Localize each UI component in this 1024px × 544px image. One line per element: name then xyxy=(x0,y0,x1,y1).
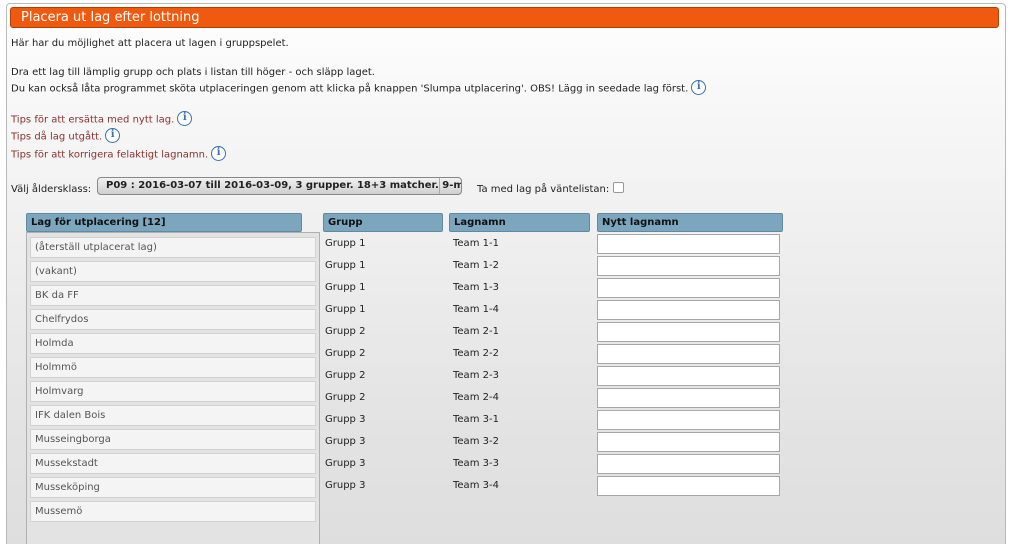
list-item[interactable]: Holmmö xyxy=(30,357,316,378)
new-team-name-input[interactable] xyxy=(597,432,780,452)
new-team-name-input[interactable] xyxy=(597,476,780,496)
team-name-column-header: Lagnamn xyxy=(449,213,590,232)
list-item[interactable]: Holmvarg xyxy=(30,381,316,402)
team-cell[interactable]: Team 3-4 xyxy=(453,480,499,491)
waitlist-label: Ta med lag på väntelistan: xyxy=(477,184,610,195)
group-cell[interactable]: Grupp 3 xyxy=(325,436,365,447)
team-cell[interactable]: Team 2-1 xyxy=(453,326,499,337)
list-item[interactable]: (vakant) xyxy=(30,261,316,282)
group-cell[interactable]: Grupp 1 xyxy=(325,260,365,271)
new-team-name-input[interactable] xyxy=(597,322,780,342)
age-class-label: Välj åldersklass: xyxy=(11,184,92,195)
list-item[interactable]: BK da FF xyxy=(30,285,316,306)
tip-team-withdrawn-label[interactable]: Tips då lag utgått. xyxy=(11,132,102,143)
new-team-name-input[interactable] xyxy=(597,388,780,408)
team-cell[interactable]: Team 3-3 xyxy=(453,458,499,469)
team-cell[interactable]: Team 2-3 xyxy=(453,370,499,381)
new-team-name-input[interactable] xyxy=(597,366,780,386)
age-class-selected-value: P09 : 2016-03-07 till 2016-03-09, 3 grup… xyxy=(106,180,462,191)
list-item[interactable]: Musseingborga xyxy=(30,429,316,450)
new-team-name-input[interactable] xyxy=(597,454,780,474)
group-cell[interactable]: Grupp 1 xyxy=(325,304,365,315)
group-cell[interactable]: Grupp 2 xyxy=(325,370,365,381)
tip-team-withdrawn[interactable]: Tips då lag utgått. i xyxy=(11,128,121,144)
group-cell[interactable]: Grupp 3 xyxy=(325,414,365,425)
group-cell[interactable]: Grupp 2 xyxy=(325,348,365,359)
team-cell[interactable]: Team 2-2 xyxy=(453,348,499,359)
tip-replace-team[interactable]: Tips för att ersätta med nytt lag. i xyxy=(11,111,193,127)
list-item[interactable]: Holmda xyxy=(30,333,316,354)
new-team-name-column-header: Nytt lagnamn xyxy=(597,213,783,232)
list-item[interactable]: Musseköping xyxy=(30,477,316,498)
age-class-select[interactable]: P09 : 2016-03-07 till 2016-03-09, 3 grup… xyxy=(97,177,462,195)
group-column-header: Grupp xyxy=(323,213,443,232)
instruction-line-2-text: Du kan också låta programmet sköta utpla… xyxy=(11,83,689,95)
team-cell[interactable]: Team 2-4 xyxy=(453,392,499,403)
new-team-name-input[interactable] xyxy=(597,300,780,320)
new-team-name-input[interactable] xyxy=(597,234,780,254)
team-cell[interactable]: Team 1-4 xyxy=(453,304,499,315)
new-team-name-input[interactable] xyxy=(597,410,780,430)
info-icon[interactable]: i xyxy=(211,146,227,161)
list-item[interactable]: (återställ utplacerat lag) xyxy=(30,237,316,258)
team-cell[interactable]: Team 3-2 xyxy=(453,436,499,447)
info-icon[interactable]: i xyxy=(105,128,121,143)
group-cell[interactable]: Grupp 1 xyxy=(325,282,365,293)
group-cell[interactable]: Grupp 1 xyxy=(325,238,365,249)
list-item[interactable]: Mussemö xyxy=(30,501,316,522)
tip-correct-name[interactable]: Tips för att korrigera felaktigt lagnamn… xyxy=(11,146,227,162)
tip-replace-team-label[interactable]: Tips för att ersätta med nytt lag. xyxy=(11,115,174,126)
team-cell[interactable]: Team 3-1 xyxy=(453,414,499,425)
group-cell[interactable]: Grupp 2 xyxy=(325,392,365,403)
team-cell[interactable]: Team 1-3 xyxy=(453,282,499,293)
list-item[interactable]: IFK dalen Bois xyxy=(30,405,316,426)
tip-correct-name-label[interactable]: Tips för att korrigera felaktigt lagnamn… xyxy=(11,150,208,161)
new-team-name-input[interactable] xyxy=(597,344,780,364)
group-cell[interactable]: Grupp 2 xyxy=(325,326,365,337)
instruction-line-1: Dra ett lag till lämplig grupp och plats… xyxy=(11,67,375,78)
intro-text: Här har du möjlighet att placera ut lage… xyxy=(11,38,289,49)
group-cell[interactable]: Grupp 3 xyxy=(325,458,365,469)
list-item[interactable]: Mussekstadt xyxy=(30,453,316,474)
list-item[interactable]: Chelfrydos xyxy=(30,309,316,330)
info-icon[interactable]: i xyxy=(691,80,707,95)
dropdown-arrow-icon[interactable] xyxy=(439,178,461,194)
placement-list: (återställ utplacerat lag) (vakant) BK d… xyxy=(26,232,320,544)
instruction-line-2: Du kan också låta programmet sköta utpla… xyxy=(11,80,707,96)
placement-list-header: Lag för utplacering [12] xyxy=(26,213,302,232)
page-title: Placera ut lag efter lottning xyxy=(10,7,999,28)
group-cell[interactable]: Grupp 3 xyxy=(325,480,365,491)
waitlist-checkbox[interactable] xyxy=(613,182,624,193)
new-team-name-input[interactable] xyxy=(597,278,780,298)
new-team-name-input[interactable] xyxy=(597,256,780,276)
info-icon[interactable]: i xyxy=(177,111,193,126)
team-cell[interactable]: Team 1-1 xyxy=(453,238,499,249)
team-cell[interactable]: Team 1-2 xyxy=(453,260,499,271)
